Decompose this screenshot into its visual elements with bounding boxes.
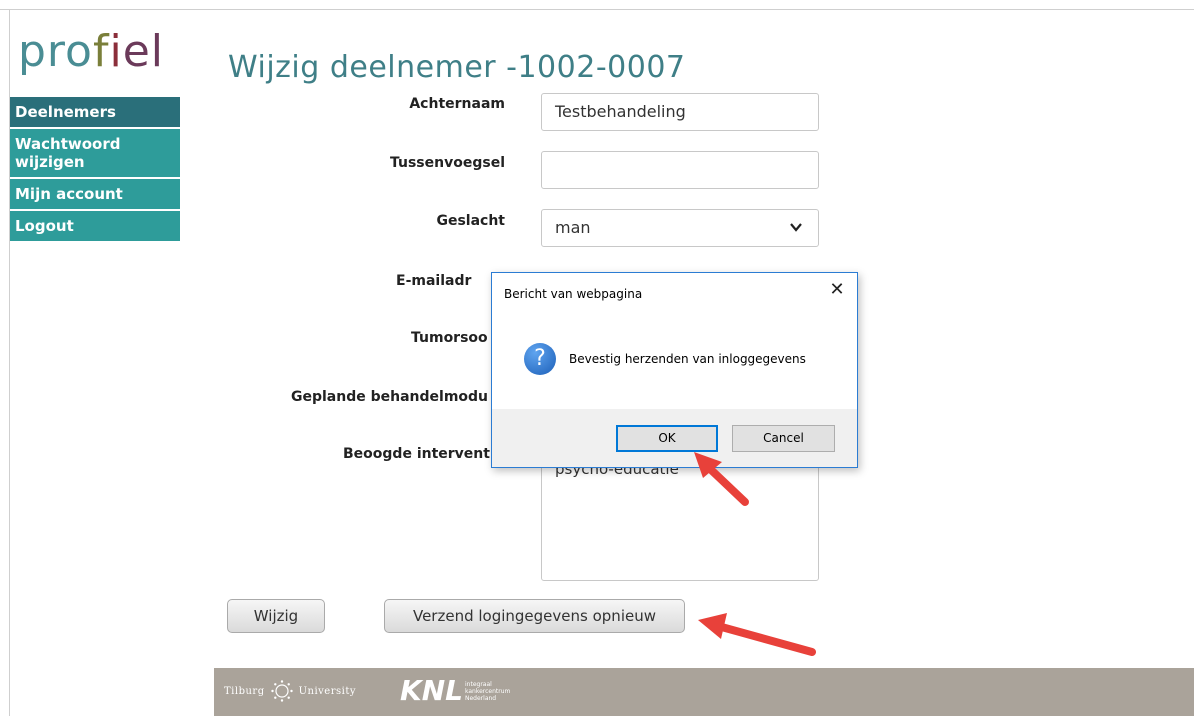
tussenvoegsel-label: Tussenvoegsel xyxy=(390,155,505,171)
tumorsoort-label: Tumorsoo xyxy=(411,330,488,346)
nav-item-deelnemers[interactable]: Deelnemers xyxy=(10,97,180,127)
knl-subtitle: integraal kankercentrum Nederland xyxy=(465,681,510,702)
confirm-dialog: Bericht van webpagina ✕ ? Bevestig herze… xyxy=(491,272,858,468)
geslacht-selected-value: man xyxy=(555,218,591,237)
tilburg-text: Tilburg xyxy=(224,685,265,697)
knl-line-3: Nederland xyxy=(465,695,497,702)
close-icon[interactable]: ✕ xyxy=(827,280,847,300)
knl-line-2: kankercentrum xyxy=(465,688,511,695)
profiel-logo: profiel xyxy=(18,22,164,82)
knl-logo: KNL xyxy=(400,674,463,707)
wijzig-button[interactable]: Wijzig xyxy=(227,599,325,633)
dialog-message: Bevestig herzenden van inloggegevens xyxy=(569,352,806,366)
university-seal-icon xyxy=(270,680,293,702)
frame-top-border xyxy=(0,9,1194,10)
geslacht-select[interactable]: man xyxy=(541,209,819,247)
logo-part-3: i xyxy=(109,26,123,77)
interventie-textarea[interactable]: psycho-educatie xyxy=(541,457,819,581)
achternaam-input[interactable]: Testbehandeling xyxy=(541,93,819,131)
knl-line-1: integraal xyxy=(465,681,492,688)
verzend-logingegevens-button[interactable]: Verzend logingegevens opnieuw xyxy=(384,599,685,633)
ok-button[interactable]: OK xyxy=(616,425,718,452)
nav-item-logout[interactable]: Logout xyxy=(10,211,180,241)
behandelmodule-label: Geplande behandelmodu xyxy=(291,389,489,405)
nav-item-wachtwoord-wijzigen[interactable]: Wachtwoord wijzigen xyxy=(10,129,180,177)
email-label: E-mailadr xyxy=(396,273,472,289)
logo-part-4: el xyxy=(122,26,165,77)
tilburg-university-logo: Tilburg University xyxy=(224,680,356,702)
chevron-down-icon xyxy=(790,223,802,232)
cancel-button[interactable]: Cancel xyxy=(732,425,835,452)
question-icon: ? xyxy=(524,343,556,375)
logo-part-2: f xyxy=(92,26,110,77)
arrow-to-verzend-icon xyxy=(698,613,816,656)
tussenvoegsel-input[interactable] xyxy=(541,151,819,189)
dialog-title: Bericht van webpagina xyxy=(504,287,643,301)
page-title: Wijzig deelnemer -1002-0007 xyxy=(228,50,686,85)
dialog-button-bar: OK Cancel xyxy=(492,409,857,467)
logo-part-1: pro xyxy=(18,26,93,77)
footer-bar: Tilburg University KNL integraal kankerc… xyxy=(214,668,1194,716)
nav-item-mijn-account[interactable]: Mijn account xyxy=(10,179,180,209)
university-text: University xyxy=(298,685,357,697)
geslacht-label: Geslacht xyxy=(436,213,505,229)
achternaam-label: Achternaam xyxy=(409,96,505,112)
interventie-label: Beoogde intervent xyxy=(343,446,490,462)
sidebar-nav: Deelnemers Wachtwoord wijzigen Mijn acco… xyxy=(10,97,180,243)
